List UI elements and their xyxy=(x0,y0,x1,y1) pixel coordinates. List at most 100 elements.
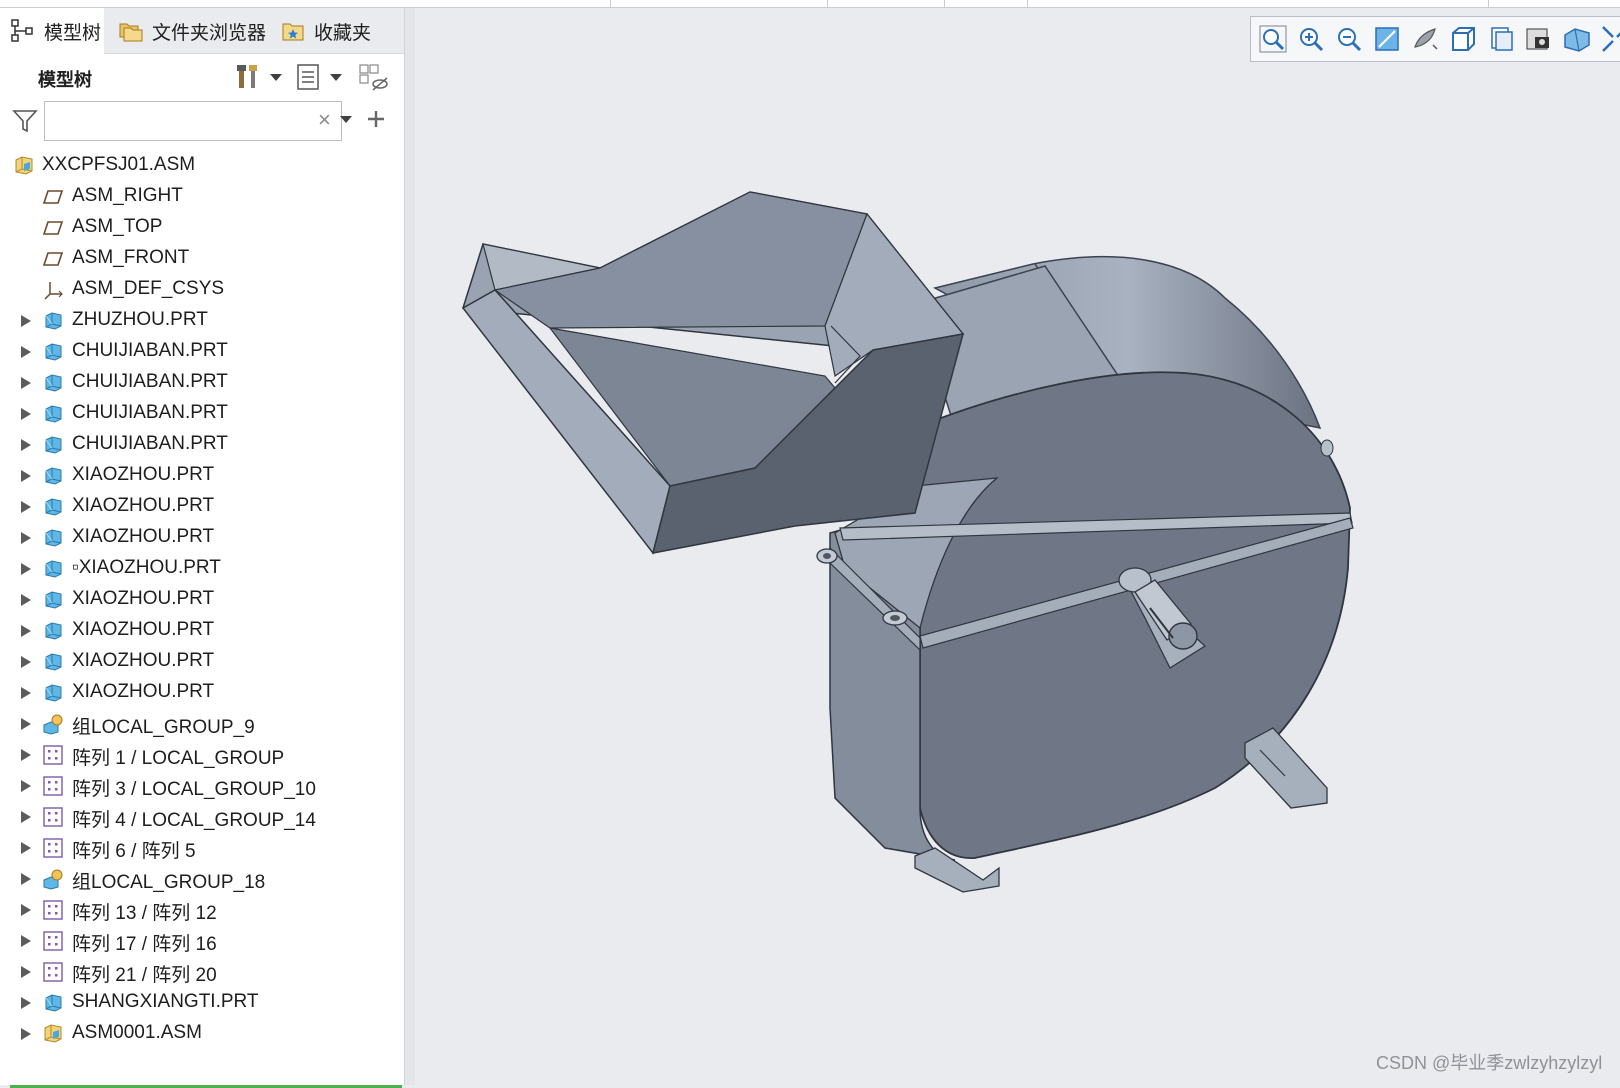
navigator-tabs: 模型树 文件夹浏览器 收藏夹 xyxy=(0,8,404,54)
tree-item[interactable]: 组LOCAL_GROUP_18 xyxy=(0,863,404,895)
part-icon xyxy=(45,653,62,671)
display-style-icon[interactable] xyxy=(1409,23,1441,55)
zoom-out-icon[interactable] xyxy=(1333,23,1365,55)
base-foot xyxy=(1244,727,1328,809)
expand-caret-icon[interactable] xyxy=(21,842,31,854)
tree-item[interactable]: ZHUZHOU.PRT xyxy=(0,305,404,337)
expand-caret-icon[interactable] xyxy=(21,966,31,978)
zoom-in-icon[interactable] xyxy=(1295,23,1327,55)
show-dropdown-caret[interactable] xyxy=(330,74,342,81)
tree-item-label: XIAOZHOU.PRT xyxy=(72,650,215,671)
strip-separator xyxy=(1488,0,1489,8)
tree-item[interactable]: XIAOZHOU.PRT xyxy=(0,615,404,647)
tree-item[interactable]: XIAOZHOU.PRT xyxy=(0,491,404,523)
pattern-icon xyxy=(43,900,63,920)
hide-columns-icon[interactable] xyxy=(358,62,390,92)
repaint-icon[interactable] xyxy=(1371,23,1403,55)
tree-item[interactable]: 阵列 3 / LOCAL_GROUP_10 xyxy=(0,770,404,802)
model-3d-view[interactable] xyxy=(415,8,1620,1085)
tree-item[interactable]: XIAOZHOU.PRT xyxy=(0,646,404,678)
section-icon[interactable] xyxy=(1561,23,1593,55)
tree-item[interactable]: CHUIJIABAN.PRT xyxy=(0,367,404,399)
tree-item[interactable]: XIAOZHOU.PRT xyxy=(0,677,404,709)
expand-caret-icon[interactable] xyxy=(21,501,31,513)
panel-title: 模型树 xyxy=(38,70,92,90)
expand-caret-icon[interactable] xyxy=(21,749,31,761)
tree-item[interactable]: 阵列 21 / 阵列 20 xyxy=(0,956,404,988)
search-options-caret[interactable] xyxy=(340,116,352,123)
expand-caret-icon[interactable] xyxy=(21,997,31,1009)
watermark: CSDN @毕业季zwlzyhzylzyl xyxy=(1376,1053,1603,1073)
tree-item-label: 阵列 17 / 阵列 16 xyxy=(72,934,217,955)
show-list-icon[interactable] xyxy=(295,62,323,92)
expand-caret-icon[interactable] xyxy=(21,377,31,389)
expand-caret-icon[interactable] xyxy=(21,346,31,358)
datum-plane-icon xyxy=(42,252,64,266)
tree-item[interactable]: ASM_RIGHT xyxy=(0,181,404,213)
tab-model-tree[interactable]: 模型树 xyxy=(0,8,104,54)
tree-item[interactable]: CHUIJIABAN.PRT xyxy=(0,336,404,368)
datum-plane-icon xyxy=(42,221,64,235)
annotation-display-icon[interactable] xyxy=(1599,23,1620,55)
panel-splitter[interactable] xyxy=(404,8,415,1085)
assembly-icon xyxy=(44,1024,62,1043)
tree-item[interactable]: SHANGXIANGTI.PRT xyxy=(0,987,404,1019)
expand-caret-icon[interactable] xyxy=(21,873,31,885)
expand-caret-icon[interactable] xyxy=(21,904,31,916)
part-icon xyxy=(45,994,62,1012)
expand-caret-icon[interactable] xyxy=(21,532,31,544)
expand-caret-icon[interactable] xyxy=(21,625,31,637)
tree-item[interactable]: ▫XIAOZHOU.PRT xyxy=(0,553,404,585)
tree-item-label: 阵列 4 / LOCAL_GROUP_14 xyxy=(72,810,316,831)
tab-folder-browser[interactable]: 文件夹浏览器 xyxy=(108,8,268,54)
view-toolbar xyxy=(1250,16,1620,62)
expand-caret-icon[interactable] xyxy=(21,935,31,947)
tree-item-label: 组LOCAL_GROUP_9 xyxy=(72,717,255,738)
pattern-icon xyxy=(43,776,63,796)
clear-search-icon[interactable]: × xyxy=(318,106,331,134)
tree-item[interactable]: XIAOZHOU.PRT xyxy=(0,584,404,616)
tab-favorites[interactable]: 收藏夹 xyxy=(270,8,380,54)
filter-icon[interactable] xyxy=(12,108,38,134)
expand-caret-icon[interactable] xyxy=(21,594,31,606)
tree-item[interactable]: XIAOZHOU.PRT xyxy=(0,522,404,554)
tree-item[interactable]: CHUIJIABAN.PRT xyxy=(0,429,404,461)
tree-root[interactable]: XXCPFSJ01.ASM xyxy=(0,150,404,182)
settings-dropdown-caret[interactable] xyxy=(270,74,282,81)
tree-item[interactable]: 阵列 13 / 阵列 12 xyxy=(0,894,404,926)
pattern-icon xyxy=(43,931,63,951)
tree-item[interactable]: 阵列 4 / LOCAL_GROUP_14 xyxy=(0,801,404,833)
tree-item[interactable]: 阵列 1 / LOCAL_GROUP xyxy=(0,739,404,771)
tree-item[interactable]: 阵列 17 / 阵列 16 xyxy=(0,925,404,957)
add-icon[interactable] xyxy=(366,109,386,129)
expand-caret-icon[interactable] xyxy=(21,408,31,420)
expand-caret-icon[interactable] xyxy=(21,563,31,575)
expand-caret-icon[interactable] xyxy=(21,780,31,792)
saved-orientations-icon[interactable] xyxy=(1447,23,1479,55)
expand-caret-icon[interactable] xyxy=(21,687,31,699)
tree-item[interactable]: CHUIJIABAN.PRT xyxy=(0,398,404,430)
search-input[interactable] xyxy=(44,101,342,141)
expand-caret-icon[interactable] xyxy=(21,656,31,668)
part-icon xyxy=(45,591,62,609)
tree-item-label: ASM_FRONT xyxy=(72,247,190,268)
tree-item[interactable]: XIAOZHOU.PRT xyxy=(0,460,404,492)
tree-item[interactable]: 组LOCAL_GROUP_9 xyxy=(0,708,404,740)
expand-caret-icon[interactable] xyxy=(21,1028,31,1040)
refit-icon[interactable] xyxy=(1257,23,1289,55)
tree-item[interactable]: 阵列 6 / 阵列 5 xyxy=(0,832,404,864)
tree-item[interactable]: ASM_FRONT xyxy=(0,243,404,275)
perspective-icon[interactable] xyxy=(1523,23,1555,55)
expand-caret-icon[interactable] xyxy=(21,811,31,823)
tree-item[interactable]: ASM_TOP xyxy=(0,212,404,244)
settings-tools-icon[interactable] xyxy=(234,62,264,92)
tree-item[interactable]: ASM0001.ASM xyxy=(0,1018,404,1050)
part-icon xyxy=(45,622,62,640)
expand-caret-icon[interactable] xyxy=(21,439,31,451)
tree-item[interactable]: ASM_DEF_CSYS xyxy=(0,274,404,306)
expand-caret-icon[interactable] xyxy=(21,718,31,730)
view-manager-icon[interactable] xyxy=(1485,23,1517,55)
part-icon xyxy=(45,312,62,330)
expand-caret-icon[interactable] xyxy=(21,470,31,482)
expand-caret-icon[interactable] xyxy=(21,315,31,327)
